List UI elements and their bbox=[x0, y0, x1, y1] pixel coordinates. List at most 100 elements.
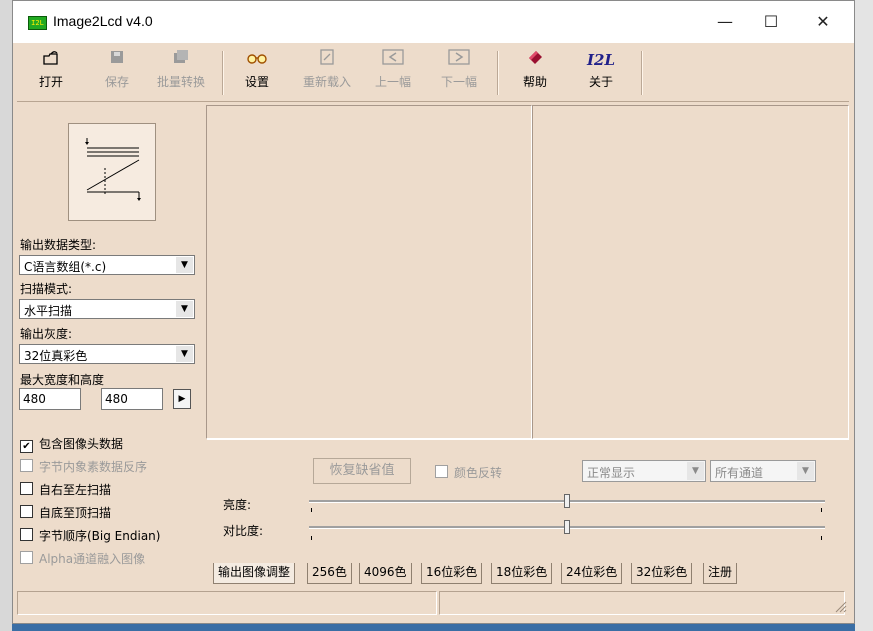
checkbox-include-header[interactable]: ✔ 包含图像头数据 bbox=[20, 435, 123, 453]
reload-icon bbox=[297, 49, 357, 71]
checkbox-label: 字节顺序(Big Endian) bbox=[39, 529, 161, 543]
checkbox-invert-color[interactable]: 颜色反转 bbox=[435, 464, 502, 481]
minimize-button[interactable]: — bbox=[705, 1, 745, 43]
channel-select[interactable]: 所有通道 ▼ bbox=[710, 460, 816, 482]
checkbox-alpha-blend[interactable]: Alpha通道融入图像 bbox=[20, 550, 145, 567]
source-image-panel bbox=[206, 105, 532, 439]
status-cell-right bbox=[439, 591, 845, 615]
toolbar-label: 批量转换 bbox=[156, 75, 205, 89]
close-button[interactable]: ✕ bbox=[803, 1, 843, 43]
toolbar-label: 重新载入 bbox=[302, 75, 351, 89]
toolbar-separator bbox=[497, 51, 499, 95]
toolbar-label: 下一幅 bbox=[440, 75, 477, 89]
checkbox-box[interactable] bbox=[20, 459, 33, 472]
max-width-input[interactable]: 480 bbox=[19, 388, 81, 410]
chevron-down-icon[interactable]: ▼ bbox=[797, 462, 814, 480]
toolbar-label: 保存 bbox=[104, 75, 129, 89]
desktop-background-left bbox=[0, 0, 12, 631]
checkbox-right-to-left[interactable]: 自右至左扫描 bbox=[20, 481, 111, 498]
chevron-down-icon[interactable]: ▼ bbox=[687, 462, 704, 480]
previous-button[interactable]: 上一幅 bbox=[367, 49, 419, 97]
max-size-label: 最大宽度和高度 bbox=[20, 373, 105, 387]
toolbar-label: 上一幅 bbox=[374, 75, 411, 89]
checkbox-reverse-pixel-order[interactable]: 字节内象素数据反序 bbox=[20, 458, 147, 475]
about-i2l-icon: I2L bbox=[586, 51, 615, 69]
output-type-value: C语言数组(*.c) bbox=[24, 260, 107, 274]
tab-16bit-color[interactable]: 16位彩色 bbox=[421, 563, 483, 584]
brightness-tick-left bbox=[311, 508, 312, 512]
output-image-panel bbox=[532, 105, 849, 439]
next-icon bbox=[433, 49, 485, 71]
help-button[interactable]: 帮助 bbox=[509, 49, 561, 97]
tab-4096-color[interactable]: 4096色 bbox=[359, 563, 412, 584]
maximize-button[interactable]: ☐ bbox=[751, 1, 791, 43]
checkbox-box[interactable] bbox=[20, 551, 33, 564]
tab-256-color[interactable]: 256色 bbox=[307, 563, 352, 584]
checkbox-label: 自右至左扫描 bbox=[39, 483, 112, 497]
reload-button[interactable]: 重新载入 bbox=[297, 49, 357, 97]
output-type-label: 输出数据类型: bbox=[20, 238, 97, 252]
help-book-icon bbox=[509, 49, 561, 71]
checkbox-label: 字节内象素数据反序 bbox=[39, 460, 148, 474]
checkbox-box[interactable] bbox=[20, 482, 33, 495]
settings-button[interactable]: 设置 bbox=[231, 49, 283, 97]
app-window: I2L Image2Lcd v4.0 — ☐ ✕ 打开 保存 批量转换 设置 重… bbox=[12, 0, 855, 624]
tab-24bit-color[interactable]: 24位彩色 bbox=[561, 563, 623, 584]
scan-mode-select[interactable]: 水平扫描 ▼ bbox=[19, 299, 195, 319]
checkbox-label: 包含图像头数据 bbox=[39, 437, 124, 451]
desktop-background-right bbox=[855, 0, 873, 631]
brightness-label: 亮度: bbox=[223, 498, 252, 512]
title-bar: I2L Image2Lcd v4.0 — ☐ ✕ bbox=[13, 1, 854, 43]
about-button[interactable]: I2L 关于 bbox=[575, 49, 627, 97]
apply-size-button[interactable]: ▶ bbox=[173, 389, 191, 409]
tab-register[interactable]: 注册 bbox=[703, 563, 738, 584]
display-mode-select[interactable]: 正常显示 ▼ bbox=[582, 460, 706, 482]
tab-18bit-color[interactable]: 18位彩色 bbox=[491, 563, 553, 584]
output-type-select[interactable]: C语言数组(*.c) ▼ bbox=[19, 255, 195, 275]
checkbox-box[interactable] bbox=[20, 528, 33, 541]
gray-select[interactable]: 32位真彩色 ▼ bbox=[19, 344, 195, 364]
status-bar bbox=[17, 589, 849, 617]
tab-32bit-color[interactable]: 32位彩色 bbox=[631, 563, 693, 584]
toolbar-label: 设置 bbox=[244, 75, 269, 89]
contrast-tick-right bbox=[821, 536, 822, 540]
contrast-label: 对比度: bbox=[223, 524, 264, 538]
checkbox-box[interactable] bbox=[20, 505, 33, 518]
checkbox-label: Alpha通道融入图像 bbox=[39, 552, 146, 566]
chevron-down-icon[interactable]: ▼ bbox=[176, 301, 193, 317]
gray-value: 32位真彩色 bbox=[24, 349, 88, 363]
channel-value: 所有通道 bbox=[715, 466, 764, 480]
chevron-down-icon[interactable]: ▼ bbox=[176, 346, 193, 362]
restore-default-button[interactable]: 恢复缺省值 bbox=[313, 458, 411, 484]
brightness-slider-thumb[interactable] bbox=[564, 494, 570, 508]
gray-label: 输出灰度: bbox=[20, 327, 73, 341]
image-adjust-panel: 恢复缺省值 颜色反转 正常显示 ▼ 所有通道 ▼ 亮度: 对比度: bbox=[207, 439, 849, 562]
scan-mode-value: 水平扫描 bbox=[24, 304, 73, 318]
max-height-input[interactable]: 480 bbox=[101, 388, 163, 410]
batch-convert-button[interactable]: 批量转换 bbox=[151, 49, 211, 97]
settings-panel: 输出数据类型: C语言数组(*.c) ▼ 扫描模式: 水平扫描 ▼ 输出灰度: … bbox=[18, 105, 204, 581]
previous-icon bbox=[367, 49, 419, 71]
scan-direction-diagram-icon bbox=[85, 138, 141, 201]
toolbar-separator bbox=[641, 51, 643, 95]
scan-direction-preview bbox=[68, 123, 156, 221]
chevron-down-icon[interactable]: ▼ bbox=[176, 257, 193, 273]
contrast-slider-thumb[interactable] bbox=[564, 520, 570, 534]
open-folder-icon bbox=[25, 49, 77, 71]
toolbar-label: 关于 bbox=[588, 75, 613, 89]
checkbox-box[interactable]: ✔ bbox=[20, 440, 33, 453]
checkbox-bottom-to-top[interactable]: 自底至顶扫描 bbox=[20, 504, 111, 521]
save-button[interactable]: 保存 bbox=[91, 49, 143, 97]
resize-grip-icon[interactable] bbox=[833, 599, 847, 613]
toolbar-label: 打开 bbox=[38, 75, 63, 89]
status-cell-left bbox=[17, 591, 437, 615]
display-mode-value: 正常显示 bbox=[587, 466, 636, 480]
checkbox-box[interactable] bbox=[435, 465, 448, 478]
checkbox-big-endian[interactable]: 字节顺序(Big Endian) bbox=[20, 527, 160, 544]
next-button[interactable]: 下一幅 bbox=[433, 49, 485, 97]
app-icon: I2L bbox=[28, 16, 47, 30]
save-icon bbox=[91, 49, 143, 71]
open-button[interactable]: 打开 bbox=[25, 49, 77, 97]
tab-output-adjust[interactable]: 输出图像调整 bbox=[213, 563, 296, 584]
toolbar-separator bbox=[222, 51, 224, 95]
